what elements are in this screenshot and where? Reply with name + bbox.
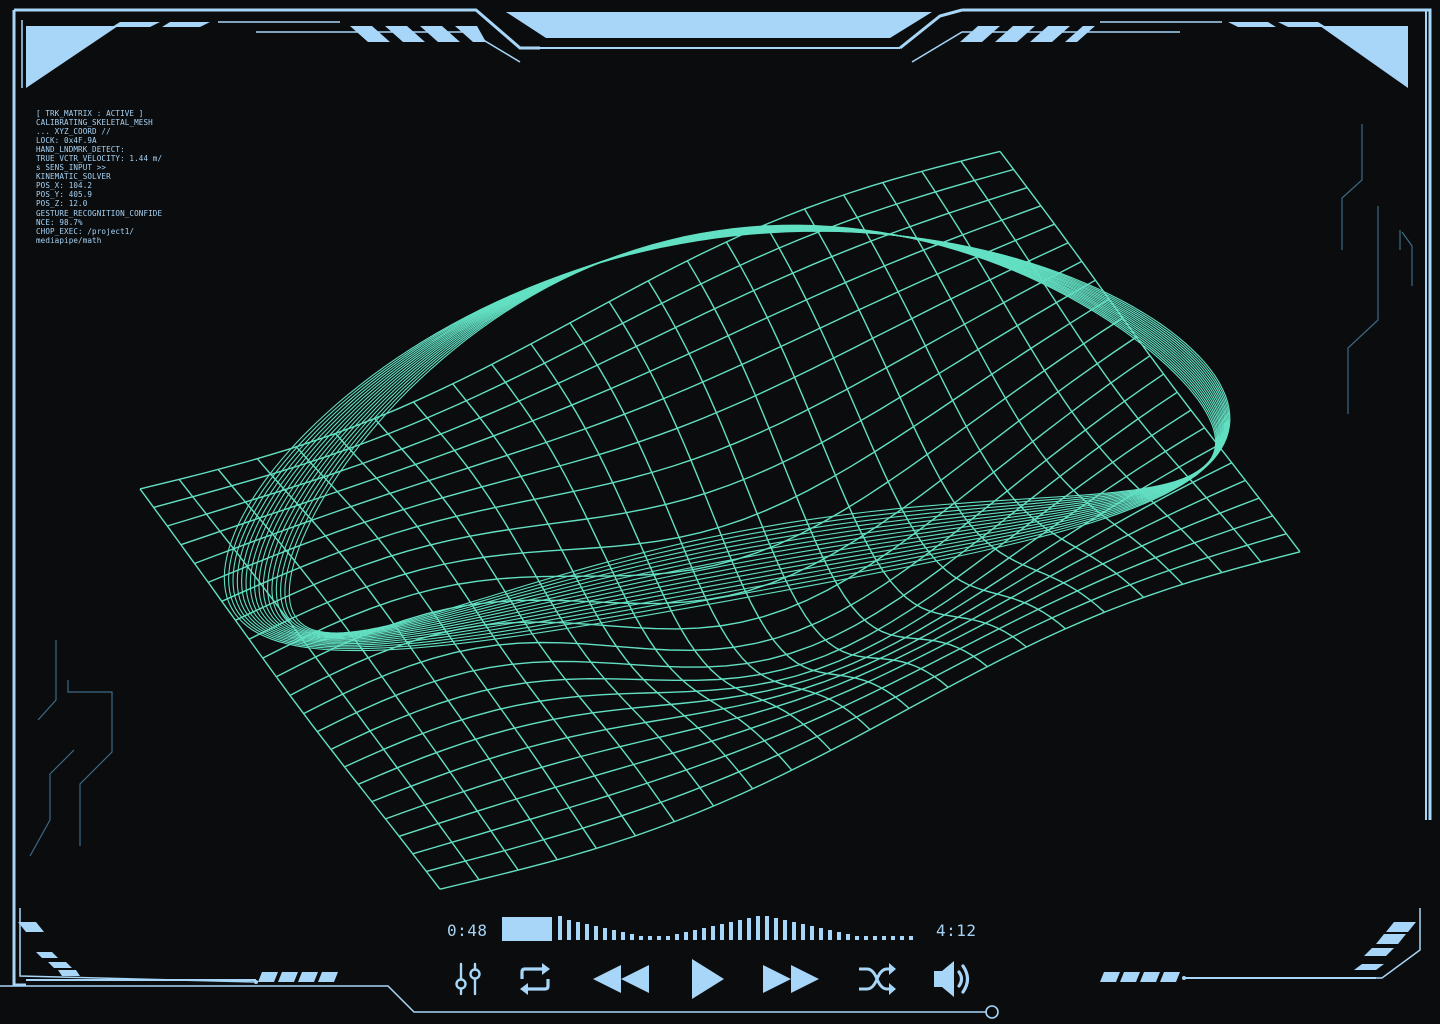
mesh-gridline [153,168,1014,509]
rewind-button[interactable] [588,955,654,1003]
waveform-bar [639,936,643,940]
mesh-gridline [385,479,1246,820]
readout-line: POS_Z: 12.0 [36,199,88,209]
current-time: 0:48 [447,921,488,940]
waveform-bar [801,924,805,940]
mesh-gridline [803,208,1105,613]
waveform-bar [666,936,670,940]
waveform-bar [657,936,661,940]
volume-icon [934,961,970,997]
repeat-icon [520,963,550,995]
wireframe-surface [139,150,1301,890]
mesh-gridline [686,260,988,668]
mesh-gridline [439,551,1301,890]
equalizer-button[interactable] [448,955,488,1003]
mesh-gridline [344,427,1205,768]
rewind-icon [593,965,649,993]
readout-line: KINEMATIC_SOLVER [36,172,111,182]
readout-line: GESTURE_RECOGNITION_CONFIDE [36,208,163,218]
waveform-bar [585,924,589,940]
waveform-bar [792,922,796,940]
fast-forward-icon [763,965,819,993]
waveform-bar [558,916,562,940]
waveform-bar [729,922,733,940]
mesh-gridline [180,205,1042,546]
waveform-bar [900,936,904,940]
waveform-bar [774,918,778,940]
mesh-gridline [398,497,1260,837]
waveform-bar [882,936,886,940]
readout-line: mediapipe/math [36,235,102,245]
mesh-gridline [276,336,1137,678]
waveform-bar [711,926,715,940]
mesh-gridline [725,241,1027,648]
waveform-bar [756,916,760,940]
mesh-gridline [235,279,1096,621]
mesh-gridline [491,363,793,771]
readout-line: CALIBRATING_SKELETAL_MESH [36,118,153,128]
play-icon [692,959,724,999]
waveform-bar [621,932,625,940]
waveform-bar [747,918,751,940]
mesh-gridline [330,409,1192,751]
waveform-bar [648,936,652,940]
waveform-progress-bar[interactable] [500,912,924,946]
waveform-bar [603,928,607,940]
telemetry-readout: [ TRK_MATRIX : ACTIVE ] CALIBRATING_SKELE… [36,109,176,245]
waveform-bar [693,930,697,940]
waveform-bar [684,932,688,940]
waveform-bar [567,920,571,940]
mesh-gridline [139,150,1001,490]
waveform-bar [702,928,706,940]
readout-line: TRUE VCTR_VELOCITY: 1.44 m/ [36,154,163,164]
waveform-bar [594,926,598,940]
mesh-gridline [248,298,1110,640]
waveform-bar [630,934,634,940]
waveform-bar [720,924,724,940]
mesh-gridline [647,280,949,688]
readout-line: POS_X: 104.2 [36,181,93,191]
waveform-bar [864,936,868,940]
shuffle-icon [859,963,896,995]
mesh-gridline [530,343,832,751]
waveform-bar [612,930,616,940]
mesh-gridline [207,242,1069,584]
readout-line: LOCK: 0x4F.9A [36,136,97,146]
waveform-bar [819,928,823,940]
shuffle-button[interactable] [854,955,900,1003]
waveform-bar [873,936,877,940]
mesh-gridline [426,533,1287,873]
waveform-bar [828,930,832,940]
waveform-bar [837,932,841,940]
volume-button[interactable] [928,955,976,1003]
readout-line: CHOP_EXEC: /project1/ [36,226,135,236]
waveform-bar [765,916,769,940]
waveform-bar [675,934,679,940]
waveform-bar [810,926,814,940]
waveform-bar [576,922,580,940]
waveform-bar [909,936,913,940]
waveform-bar [738,920,742,940]
equalizer-icon [455,962,481,996]
readout-line: [ TRK_MATRIX : ACTIVE ] [36,109,144,118]
play-button[interactable] [682,955,730,1003]
progress-fill [502,917,552,941]
waveform-bar [783,920,787,940]
fast-forward-button[interactable] [758,955,824,1003]
readout-line: HAND_LNDMRK_DETECT: [36,145,125,155]
waveform-bar [846,934,850,940]
readout-line: POS_Y: 405.9 [36,190,93,200]
repeat-button[interactable] [512,955,558,1003]
total-time: 4:12 [936,921,977,940]
readout-line: ... XYZ_COORD // [36,127,111,137]
waveform-bar [855,936,859,940]
waveform-bar [891,936,895,940]
readout-line: s SENS_INPUT >> [36,163,107,173]
readout-line: NCE: 98.7% [36,217,83,227]
